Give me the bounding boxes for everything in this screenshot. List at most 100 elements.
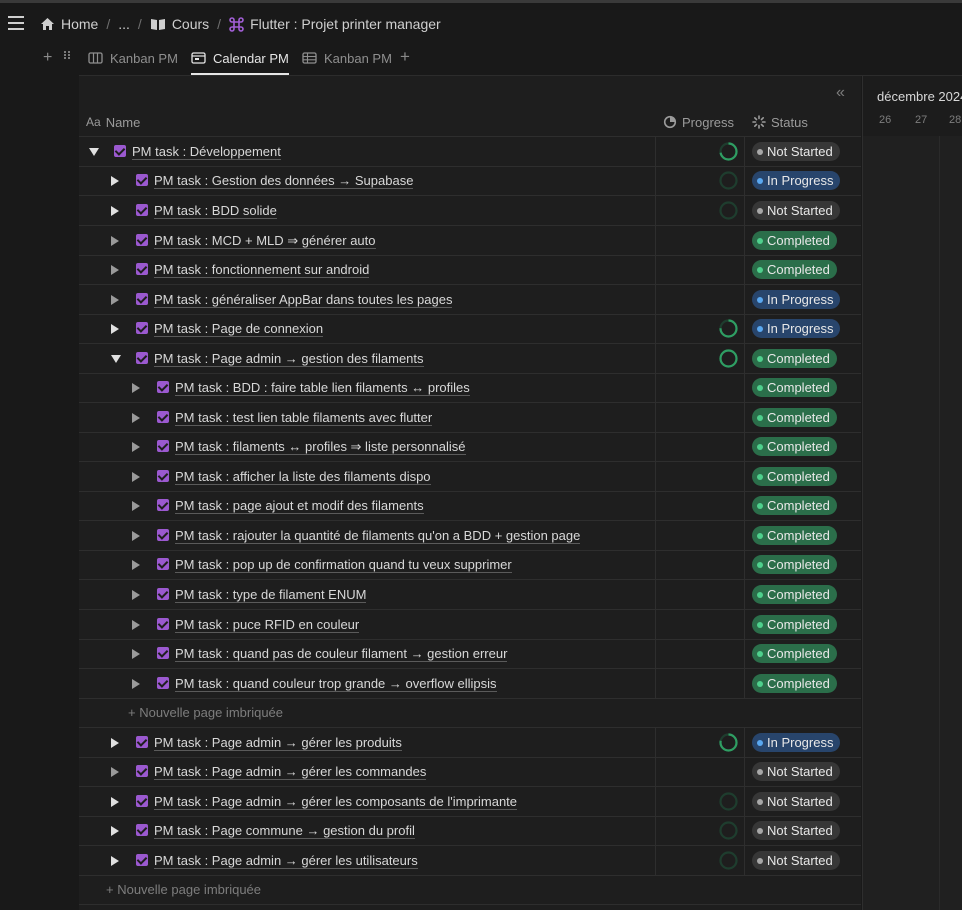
chevron-right-icon[interactable]: [111, 265, 119, 275]
breadcrumb-course[interactable]: Cours: [150, 16, 209, 32]
add-view-icon[interactable]: +: [43, 49, 52, 67]
status-cell[interactable]: Not Started: [745, 787, 861, 816]
table-row[interactable]: PM task : filaments ↔ profiles ⇒ liste p…: [79, 432, 861, 462]
status-cell[interactable]: In Progress: [745, 285, 861, 314]
name-cell[interactable]: PM task : test lien table filaments avec…: [79, 403, 656, 432]
chevron-right-icon[interactable]: [111, 826, 119, 836]
chevron-right-icon[interactable]: [132, 383, 140, 393]
task-title[interactable]: PM task : puce RFID en couleur: [175, 617, 360, 633]
progress-cell[interactable]: [656, 373, 745, 402]
progress-cell[interactable]: [656, 196, 745, 225]
status-badge[interactable]: Completed: [752, 526, 837, 545]
table-row[interactable]: PM task : page ajout et modif des filame…: [79, 491, 861, 521]
status-badge[interactable]: Completed: [752, 555, 837, 574]
status-badge[interactable]: Completed: [752, 496, 837, 515]
task-title[interactable]: PM task : MCD + MLD ⇒ générer auto: [154, 233, 376, 249]
progress-cell[interactable]: [656, 166, 745, 195]
name-cell[interactable]: PM task : Page admin → gestion des filam…: [79, 344, 656, 373]
chevron-right-icon[interactable]: [132, 413, 140, 423]
status-badge[interactable]: Completed: [752, 231, 837, 250]
status-badge[interactable]: Completed: [752, 408, 837, 427]
table-row[interactable]: PM task : Page admin → gérer les produit…: [79, 728, 861, 758]
chevron-right-icon[interactable]: [111, 738, 119, 748]
table-row[interactable]: PM task : type de filament ENUM Completed: [79, 580, 861, 610]
progress-cell[interactable]: [656, 816, 745, 845]
status-cell[interactable]: Not Started: [745, 816, 861, 845]
progress-cell[interactable]: [656, 226, 745, 255]
chevron-down-icon[interactable]: [89, 148, 99, 156]
tab-kanban-pm[interactable]: Kanban PM: [88, 41, 178, 75]
task-title[interactable]: PM task : quand couleur trop grande → ov…: [175, 676, 497, 692]
progress-cell[interactable]: [656, 550, 745, 579]
collapse-panel-icon[interactable]: «: [836, 84, 845, 102]
column-progress[interactable]: Progress: [663, 108, 734, 136]
chevron-right-icon[interactable]: [132, 590, 140, 600]
status-badge[interactable]: In Progress: [752, 733, 841, 752]
chevron-right-icon[interactable]: [111, 856, 119, 866]
task-title[interactable]: PM task : page ajout et modif des filame…: [175, 498, 424, 514]
name-cell[interactable]: PM task : afficher la liste des filament…: [79, 462, 656, 491]
breadcrumb-page[interactable]: Flutter : Projet printer manager: [229, 16, 441, 32]
table-row[interactable]: PM task : pop up de confirmation quand t…: [79, 550, 861, 580]
add-tab-icon[interactable]: +: [400, 47, 410, 67]
status-cell[interactable]: Completed: [745, 344, 861, 373]
name-cell[interactable]: PM task : BDD solide: [79, 196, 656, 225]
new-nested-page-row[interactable]: + Nouvelle page imbriquée: [79, 698, 861, 728]
status-badge[interactable]: Completed: [752, 467, 837, 486]
calendar-day[interactable]: 28: [949, 114, 961, 126]
task-title[interactable]: PM task : Développement: [132, 144, 281, 160]
task-title[interactable]: PM task : Page admin → gestion des filam…: [154, 351, 424, 367]
drag-handle-icon[interactable]: [64, 50, 72, 62]
table-row[interactable]: PM task : afficher la liste des filament…: [79, 462, 861, 492]
progress-cell[interactable]: [656, 610, 745, 639]
table-row[interactable]: PM task : puce RFID en couleur Completed: [79, 610, 861, 640]
column-name[interactable]: Aa Name: [86, 108, 140, 136]
chevron-right-icon[interactable]: [132, 531, 140, 541]
progress-cell[interactable]: [656, 403, 745, 432]
name-cell[interactable]: PM task : Page de connexion: [79, 314, 656, 343]
chevron-right-icon[interactable]: [111, 236, 119, 246]
name-cell[interactable]: PM task : pop up de confirmation quand t…: [79, 550, 656, 579]
status-badge[interactable]: Completed: [752, 615, 837, 634]
status-badge[interactable]: Not Started: [752, 201, 840, 220]
name-cell[interactable]: PM task : généraliser AppBar dans toutes…: [79, 285, 656, 314]
status-cell[interactable]: Not Started: [745, 757, 861, 786]
status-badge[interactable]: Not Started: [752, 851, 840, 870]
chevron-right-icon[interactable]: [111, 295, 119, 305]
status-cell[interactable]: Completed: [745, 491, 861, 520]
status-cell[interactable]: Completed: [745, 521, 861, 550]
chevron-right-icon[interactable]: [111, 767, 119, 777]
status-badge[interactable]: Completed: [752, 644, 837, 663]
status-badge[interactable]: Completed: [752, 378, 837, 397]
status-badge[interactable]: Not Started: [752, 762, 840, 781]
status-cell[interactable]: Completed: [745, 610, 861, 639]
status-cell[interactable]: Completed: [745, 432, 861, 461]
table-row[interactable]: PM task : rajouter la quantité de filame…: [79, 521, 861, 551]
status-badge[interactable]: In Progress: [752, 171, 841, 190]
progress-cell[interactable]: [656, 255, 745, 284]
status-badge[interactable]: Not Started: [752, 821, 840, 840]
chevron-right-icon[interactable]: [132, 472, 140, 482]
task-title[interactable]: PM task : Page admin → gérer les command…: [154, 764, 427, 780]
name-cell[interactable]: PM task : type de filament ENUM: [79, 580, 656, 609]
name-cell[interactable]: PM task : Page admin → gérer les produit…: [79, 728, 656, 757]
breadcrumb-home[interactable]: Home: [40, 16, 98, 32]
progress-cell[interactable]: [656, 728, 745, 757]
progress-cell[interactable]: [656, 757, 745, 786]
table-row[interactable]: PM task : BDD solide Not Started: [79, 196, 861, 226]
name-cell[interactable]: PM task : Développement: [79, 137, 656, 166]
status-cell[interactable]: Completed: [745, 669, 861, 698]
status-badge[interactable]: Not Started: [752, 142, 840, 161]
chevron-right-icon[interactable]: [132, 679, 140, 689]
status-badge[interactable]: Completed: [752, 349, 837, 368]
task-title[interactable]: PM task : BDD : faire table lien filamen…: [175, 380, 470, 396]
task-title[interactable]: PM task : quand pas de couleur filament …: [175, 646, 508, 662]
name-cell[interactable]: PM task : MCD + MLD ⇒ générer auto: [79, 226, 656, 255]
table-row[interactable]: PM task : Gestion des données → Supabase…: [79, 166, 861, 196]
name-cell[interactable]: PM task : Page admin → gérer les command…: [79, 757, 656, 786]
table-row[interactable]: PM task : MCD + MLD ⇒ générer auto Comple…: [79, 226, 861, 256]
status-cell[interactable]: In Progress: [745, 166, 861, 195]
status-cell[interactable]: In Progress: [745, 314, 861, 343]
name-cell[interactable]: PM task : rajouter la quantité de filame…: [79, 521, 656, 550]
status-cell[interactable]: In Progress: [745, 728, 861, 757]
